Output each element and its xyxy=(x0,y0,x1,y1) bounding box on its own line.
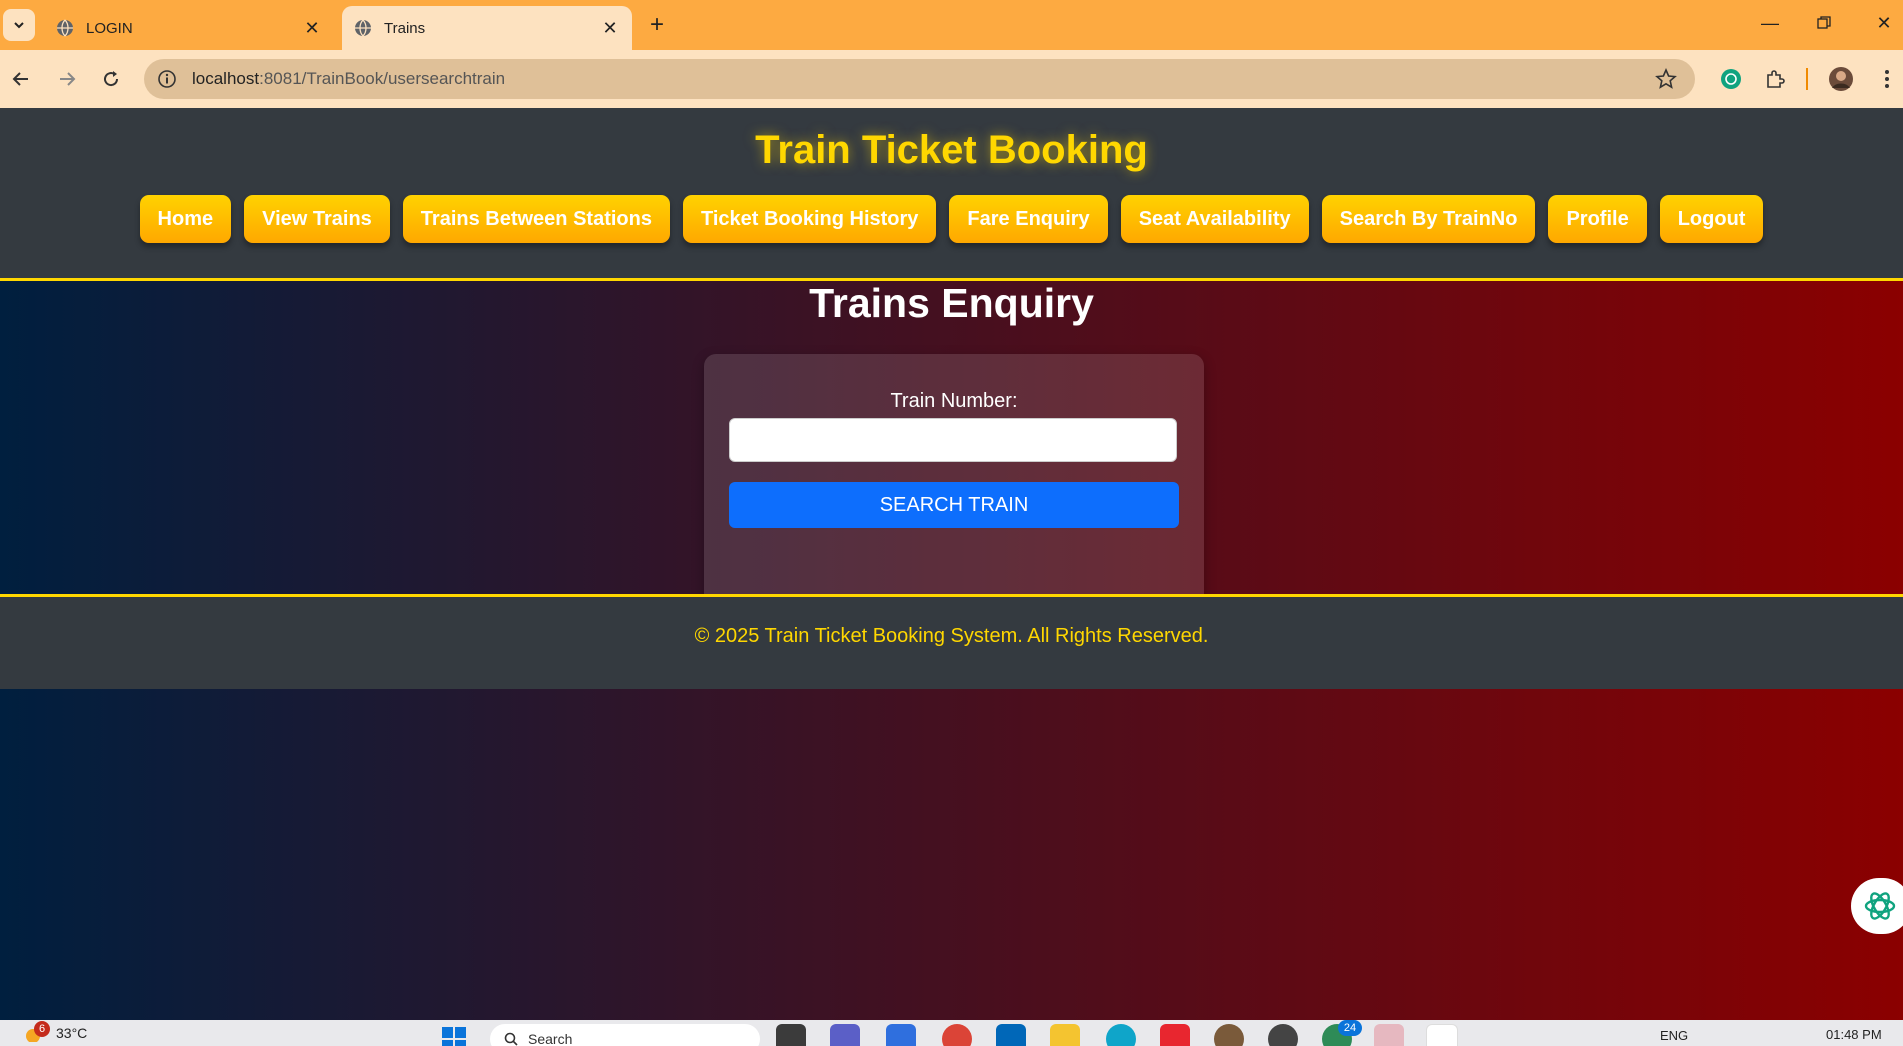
windows-start-icon[interactable] xyxy=(440,1025,468,1046)
file-explorer-icon[interactable] xyxy=(1050,1024,1080,1046)
minimize-icon[interactable]: — xyxy=(1750,8,1790,38)
chevron-down-icon xyxy=(14,22,24,29)
nav-profile-button[interactable]: Profile xyxy=(1548,195,1647,243)
new-tab-button[interactable]: + xyxy=(644,11,670,38)
browser-tab-login[interactable]: LOGIN ✕ xyxy=(44,6,334,50)
search-icon xyxy=(504,1032,518,1046)
profile-avatar[interactable] xyxy=(1826,64,1856,94)
tab-title: LOGIN xyxy=(86,19,133,37)
page-title: Trains Enquiry xyxy=(809,280,1094,326)
close-tab-icon[interactable]: ✕ xyxy=(300,16,324,40)
nav-trains-between-stations-button[interactable]: Trains Between Stations xyxy=(402,195,670,243)
copilot-icon[interactable] xyxy=(886,1024,916,1046)
app-notification-badge: 24 xyxy=(1338,1020,1362,1036)
browser-tab-trains[interactable]: Trains ✕ xyxy=(342,6,632,50)
taskbar-app-icon[interactable] xyxy=(1374,1024,1404,1046)
main-navigation: Home View Trains Trains Between Stations… xyxy=(0,195,1903,243)
page-viewport: Train Ticket Booking Home View Trains Tr… xyxy=(0,108,1903,1020)
tab-title: Trains xyxy=(384,19,426,37)
taskbar-search-placeholder: Search xyxy=(528,1031,573,1046)
nav-view-trains-button[interactable]: View Trains xyxy=(244,195,390,243)
ai-assistant-button[interactable] xyxy=(1851,878,1903,934)
nav-ticket-booking-history-button[interactable]: Ticket Booking History xyxy=(682,195,937,243)
extensions-puzzle-icon[interactable] xyxy=(1760,64,1790,94)
chatgpt-extension-icon[interactable] xyxy=(1716,64,1746,94)
tab-search-button[interactable] xyxy=(3,9,35,41)
site-footer: © 2025 Train Ticket Booking System. All … xyxy=(0,594,1903,689)
restore-icon[interactable] xyxy=(1804,8,1844,38)
globe-icon xyxy=(57,19,73,37)
taskbar-app-icon[interactable] xyxy=(776,1024,806,1046)
site-header: Train Ticket Booking Home View Trains Tr… xyxy=(0,108,1903,281)
taskbar-app-icon[interactable] xyxy=(1160,1024,1190,1046)
search-train-button[interactable]: SEARCH TRAIN xyxy=(729,482,1179,528)
back-arrow-icon[interactable] xyxy=(6,64,36,94)
input-language[interactable]: ENG xyxy=(1660,1028,1688,1043)
nav-home-button[interactable]: Home xyxy=(139,195,232,243)
weather-badge: 6 xyxy=(34,1021,50,1037)
browser-menu-icon[interactable] xyxy=(1872,64,1902,94)
close-window-icon[interactable]: ✕ xyxy=(1864,8,1903,38)
site-info-icon[interactable] xyxy=(156,68,178,90)
teams-icon[interactable] xyxy=(830,1024,860,1046)
train-number-label: Train Number: xyxy=(890,390,1018,412)
taskbar-app-icon[interactable] xyxy=(1426,1024,1458,1046)
store-icon[interactable] xyxy=(996,1024,1026,1046)
browser-tabstrip: LOGIN ✕ Trains ✕ + — ✕ xyxy=(0,0,1903,50)
site-title: Train Ticket Booking xyxy=(755,128,1148,172)
taskbar-search-box[interactable]: Search xyxy=(490,1024,760,1046)
edge-icon[interactable] xyxy=(1106,1024,1136,1046)
weather-widget[interactable]: 33°C xyxy=(24,1020,87,1046)
taskbar-app-icon[interactable] xyxy=(1268,1024,1298,1046)
close-tab-icon[interactable]: ✕ xyxy=(598,16,622,40)
taskbar-clock[interactable]: 01:48 PM xyxy=(1826,1027,1882,1042)
taskbar-app-icon[interactable] xyxy=(1214,1024,1244,1046)
footer-copyright: © 2025 Train Ticket Booking System. All … xyxy=(694,625,1209,647)
globe-icon xyxy=(355,19,371,37)
weather-temperature: 33°C xyxy=(56,1025,88,1041)
chatgpt-icon xyxy=(1864,892,1896,920)
nav-search-by-trainno-button[interactable]: Search By TrainNo xyxy=(1321,195,1536,243)
nav-logout-button[interactable]: Logout xyxy=(1659,195,1764,243)
chrome-icon[interactable] xyxy=(942,1024,972,1046)
os-taskbar: 33°C 6 Search 24 ENG 01:48 PM xyxy=(0,1020,1903,1046)
browser-toolbar: localhost:8081/TrainBook/usersearchtrain xyxy=(0,50,1903,108)
reload-icon[interactable] xyxy=(96,64,126,94)
forward-arrow-icon[interactable] xyxy=(52,64,82,94)
toolbar-divider xyxy=(1806,68,1808,90)
train-number-input[interactable] xyxy=(729,418,1177,462)
nav-fare-enquiry-button[interactable]: Fare Enquiry xyxy=(949,195,1108,243)
address-bar[interactable]: localhost:8081/TrainBook/usersearchtrain xyxy=(144,59,1695,99)
bookmark-star-icon[interactable] xyxy=(1655,67,1677,95)
url-text: localhost:8081/TrainBook/usersearchtrain xyxy=(192,69,506,88)
nav-seat-availability-button[interactable]: Seat Availability xyxy=(1120,195,1309,243)
